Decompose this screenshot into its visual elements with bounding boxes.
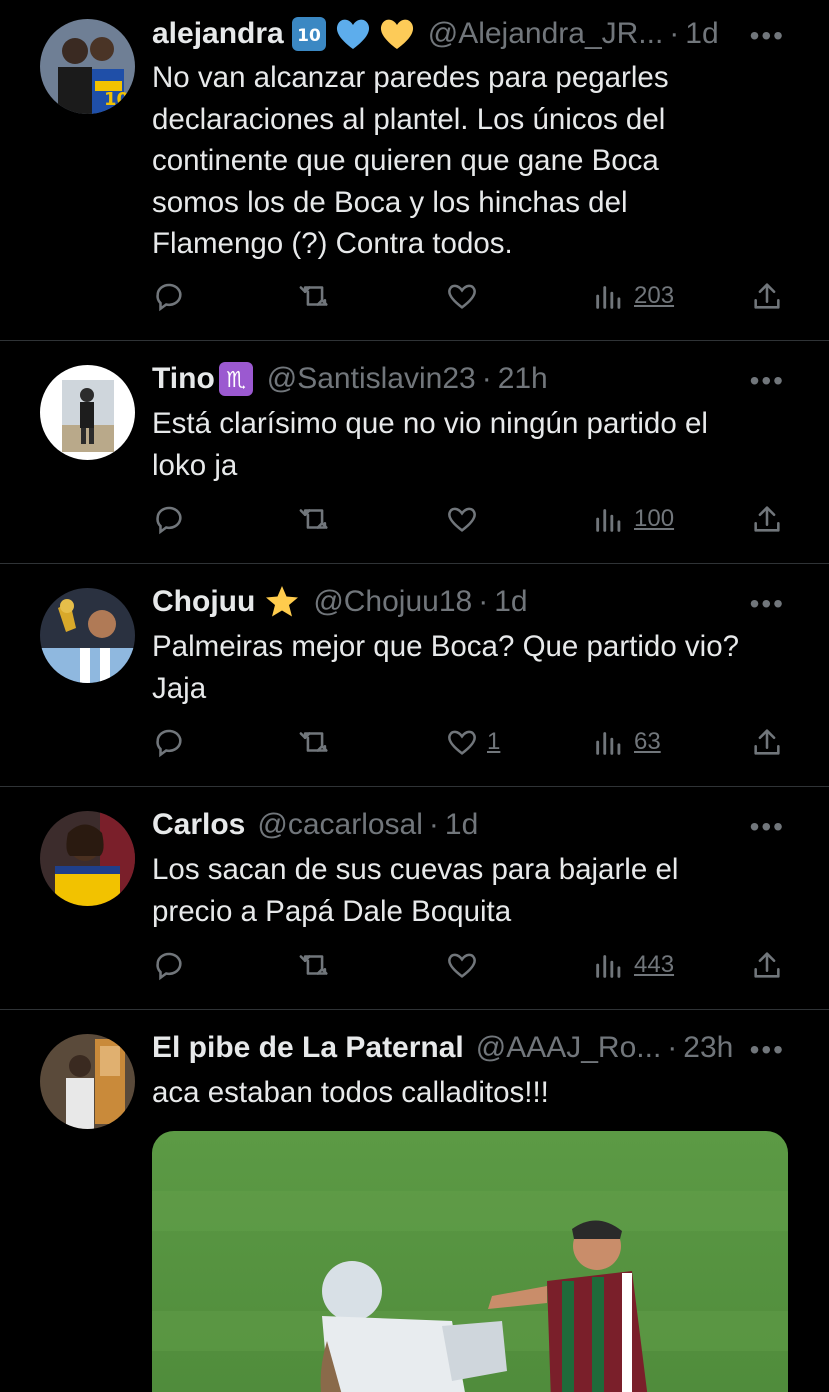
reply-button[interactable] (152, 722, 186, 762)
handle[interactable]: @Santislavin23 (267, 362, 476, 396)
star-emoji (263, 583, 301, 621)
more-icon[interactable]: ••• (750, 365, 785, 397)
share-button[interactable] (750, 722, 784, 762)
reply-icon (156, 729, 182, 758)
tweet[interactable]: Chojuu @Chojuu18 · 1d ••• Palmeiras mejo… (0, 564, 829, 787)
views-icon (596, 955, 621, 978)
retweet-button[interactable] (298, 499, 332, 539)
timestamp[interactable]: 1d (494, 585, 527, 619)
separator-dot: · (478, 585, 489, 618)
avatar[interactable] (40, 588, 135, 683)
separator-dot: · (428, 808, 439, 841)
handle[interactable]: @cacarlosal (257, 808, 423, 842)
action-bar: 1 63 (152, 722, 792, 762)
more-icon[interactable]: ••• (750, 811, 785, 843)
display-name[interactable]: alejandra (152, 17, 284, 51)
tweet-text: No van alcanzar paredes para pegarles de… (152, 61, 669, 260)
avatar[interactable]: 10 (40, 19, 135, 114)
display-name[interactable]: Carlos (152, 808, 245, 842)
svg-text:10: 10 (297, 26, 321, 46)
share-icon (754, 506, 780, 532)
handle[interactable]: @AAAJ_Ro... (476, 1031, 662, 1065)
reply-button[interactable] (152, 499, 186, 539)
tweet[interactable]: Tino ♏ @Santislavin23 · 21h ••• Está cla… (0, 341, 829, 564)
retweet-icon (299, 955, 328, 975)
tweet-text: aca estaban todos calladitos!!! (152, 1076, 549, 1109)
tweet-media-image[interactable] (152, 1131, 788, 1392)
separator-dot: · (669, 17, 680, 50)
like-button[interactable]: 1 (445, 722, 500, 762)
reply-button[interactable] (152, 276, 186, 316)
more-icon[interactable]: ••• (750, 588, 785, 620)
display-name[interactable]: Tino (152, 362, 215, 396)
display-name[interactable]: Chojuu (152, 585, 255, 619)
share-icon (754, 729, 780, 755)
like-icon (448, 507, 476, 532)
scorpio-emoji: ♏ (217, 360, 255, 398)
views-count: 100 (634, 505, 675, 532)
retweet-button[interactable] (298, 722, 332, 762)
tweet[interactable]: 10 alejandra 10 @Alejandra_JR... · 1d ••… (0, 0, 829, 341)
avatar[interactable] (40, 365, 135, 460)
svg-text:♏: ♏ (226, 368, 246, 393)
display-name[interactable]: El pibe de La Paternal (152, 1031, 464, 1065)
views-button[interactable]: 443 (592, 945, 674, 985)
handle[interactable]: @Alejandra_JR... (428, 17, 664, 51)
separator-dot: · (667, 1031, 678, 1064)
reply-icon (156, 283, 182, 312)
retweet-icon (299, 732, 328, 752)
retweet-icon (299, 286, 328, 306)
views-button[interactable]: 100 (592, 499, 674, 539)
reply-icon (156, 952, 182, 981)
share-icon (754, 952, 780, 978)
timestamp[interactable]: 1d (445, 808, 478, 842)
svg-text:10: 10 (104, 89, 129, 110)
tweet-feed: 10 alejandra 10 @Alejandra_JR... · 1d ••… (0, 0, 829, 1392)
like-count: 1 (487, 728, 501, 755)
blue-heart-emoji (334, 15, 372, 53)
views-count: 203 (634, 282, 675, 309)
views-button[interactable]: 203 (592, 276, 674, 316)
like-button[interactable] (445, 945, 487, 985)
views-count: 63 (634, 728, 661, 755)
tweet-text: Los sacan de sus cuevas para bajarle el … (152, 853, 679, 928)
views-button[interactable]: 63 (592, 722, 661, 762)
action-bar: 100 (152, 499, 792, 539)
share-button[interactable] (750, 945, 784, 985)
avatar[interactable] (40, 811, 135, 906)
more-icon[interactable]: ••• (750, 20, 785, 52)
views-icon (596, 732, 621, 755)
share-icon (754, 283, 780, 309)
separator-dot: · (481, 362, 492, 395)
tweet-text: Está clarísimo que no vio ningún partido… (152, 407, 708, 482)
yellow-heart-emoji (378, 15, 416, 53)
reply-icon (156, 506, 182, 535)
timestamp[interactable]: 1d (685, 17, 718, 51)
share-button[interactable] (750, 276, 784, 316)
like-icon (448, 953, 476, 978)
tweet[interactable]: Carlos @cacarlosal · 1d ••• Los sacan de… (0, 787, 829, 1010)
tweet-text: Palmeiras mejor que Boca? Que partido vi… (152, 630, 740, 705)
handle[interactable]: @Chojuu18 (313, 585, 472, 619)
views-icon (596, 509, 621, 532)
like-icon (448, 730, 476, 755)
avatar[interactable] (40, 1034, 135, 1129)
reply-button[interactable] (152, 945, 186, 985)
like-button[interactable] (445, 276, 487, 316)
timestamp[interactable]: 23h (683, 1031, 733, 1065)
like-icon (448, 284, 476, 309)
retweet-icon (299, 509, 328, 529)
like-button[interactable] (445, 499, 487, 539)
more-icon[interactable]: ••• (750, 1034, 785, 1066)
share-button[interactable] (750, 499, 784, 539)
keycap-10-emoji: 10 (290, 15, 328, 53)
retweet-button[interactable] (298, 276, 332, 316)
action-bar: 443 (152, 945, 792, 985)
views-icon (596, 286, 621, 309)
views-count: 443 (634, 951, 675, 978)
retweet-button[interactable] (298, 945, 332, 985)
timestamp[interactable]: 21h (498, 362, 548, 396)
action-bar: 203 (152, 276, 792, 316)
